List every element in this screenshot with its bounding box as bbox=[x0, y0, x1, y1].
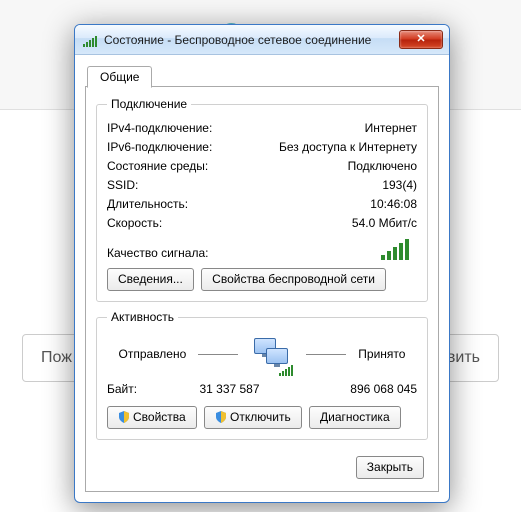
bytes-sent: 31 337 587 bbox=[167, 382, 292, 396]
wireless-properties-button[interactable]: Свойства беспроводной сети bbox=[201, 268, 386, 291]
activity-divider bbox=[198, 354, 238, 355]
recv-label: Принято bbox=[358, 347, 405, 361]
bytes-label: Байт: bbox=[107, 382, 167, 396]
properties-button[interactable]: Свойства bbox=[107, 406, 197, 429]
ssid-label: SSID: bbox=[107, 177, 138, 194]
close-button[interactable]: Закрыть bbox=[356, 456, 424, 479]
media-value: Подключено bbox=[348, 158, 417, 175]
diagnose-button[interactable]: Диагностика bbox=[309, 406, 401, 429]
connection-group: Подключение IPv4-подключение: Интернет IP… bbox=[96, 97, 428, 302]
disable-button[interactable]: Отключить bbox=[204, 406, 302, 429]
activity-group: Активность Отправлено Принято bbox=[96, 310, 428, 440]
status-window: Состояние - Беспроводное сетевое соедине… bbox=[74, 24, 450, 503]
bytes-recv: 896 068 045 bbox=[292, 382, 417, 396]
ipv4-label: IPv4-подключение: bbox=[107, 120, 212, 137]
speed-value: 54.0 Мбит/с bbox=[352, 215, 417, 232]
tab-panel: Подключение IPv4-подключение: Интернет IP… bbox=[85, 86, 439, 492]
ipv4-value: Интернет bbox=[365, 120, 417, 137]
quality-label: Качество сигнала: bbox=[107, 246, 208, 260]
window-title: Состояние - Беспроводное сетевое соедине… bbox=[104, 33, 399, 47]
window-close-button[interactable]: ✕ bbox=[399, 30, 443, 49]
ssid-value: 193(4) bbox=[382, 177, 417, 194]
ipv6-value: Без доступа к Интернету bbox=[279, 139, 417, 156]
duration-value: 10:46:08 bbox=[370, 196, 417, 213]
signal-icon bbox=[83, 33, 98, 47]
signal-strength-icon bbox=[381, 239, 411, 260]
client-area: Общие Подключение IPv4-подключение: Интер… bbox=[75, 55, 449, 502]
shield-icon bbox=[215, 411, 227, 423]
titlebar[interactable]: Состояние - Беспроводное сетевое соедине… bbox=[75, 25, 449, 55]
media-label: Состояние среды: bbox=[107, 158, 208, 175]
speed-label: Скорость: bbox=[107, 215, 162, 232]
duration-label: Длительность: bbox=[107, 196, 188, 213]
activity-divider bbox=[306, 354, 346, 355]
ipv6-label: IPv6-подключение: bbox=[107, 139, 212, 156]
details-button[interactable]: Сведения... bbox=[107, 268, 194, 291]
connection-legend: Подключение bbox=[107, 97, 191, 111]
activity-legend: Активность bbox=[107, 310, 178, 324]
tab-general[interactable]: Общие bbox=[87, 66, 152, 88]
shield-icon bbox=[118, 411, 130, 423]
activity-icon bbox=[250, 336, 294, 372]
sent-label: Отправлено bbox=[119, 347, 187, 361]
activity-signal-icon bbox=[279, 362, 294, 376]
tabstrip: Общие bbox=[85, 63, 439, 87]
